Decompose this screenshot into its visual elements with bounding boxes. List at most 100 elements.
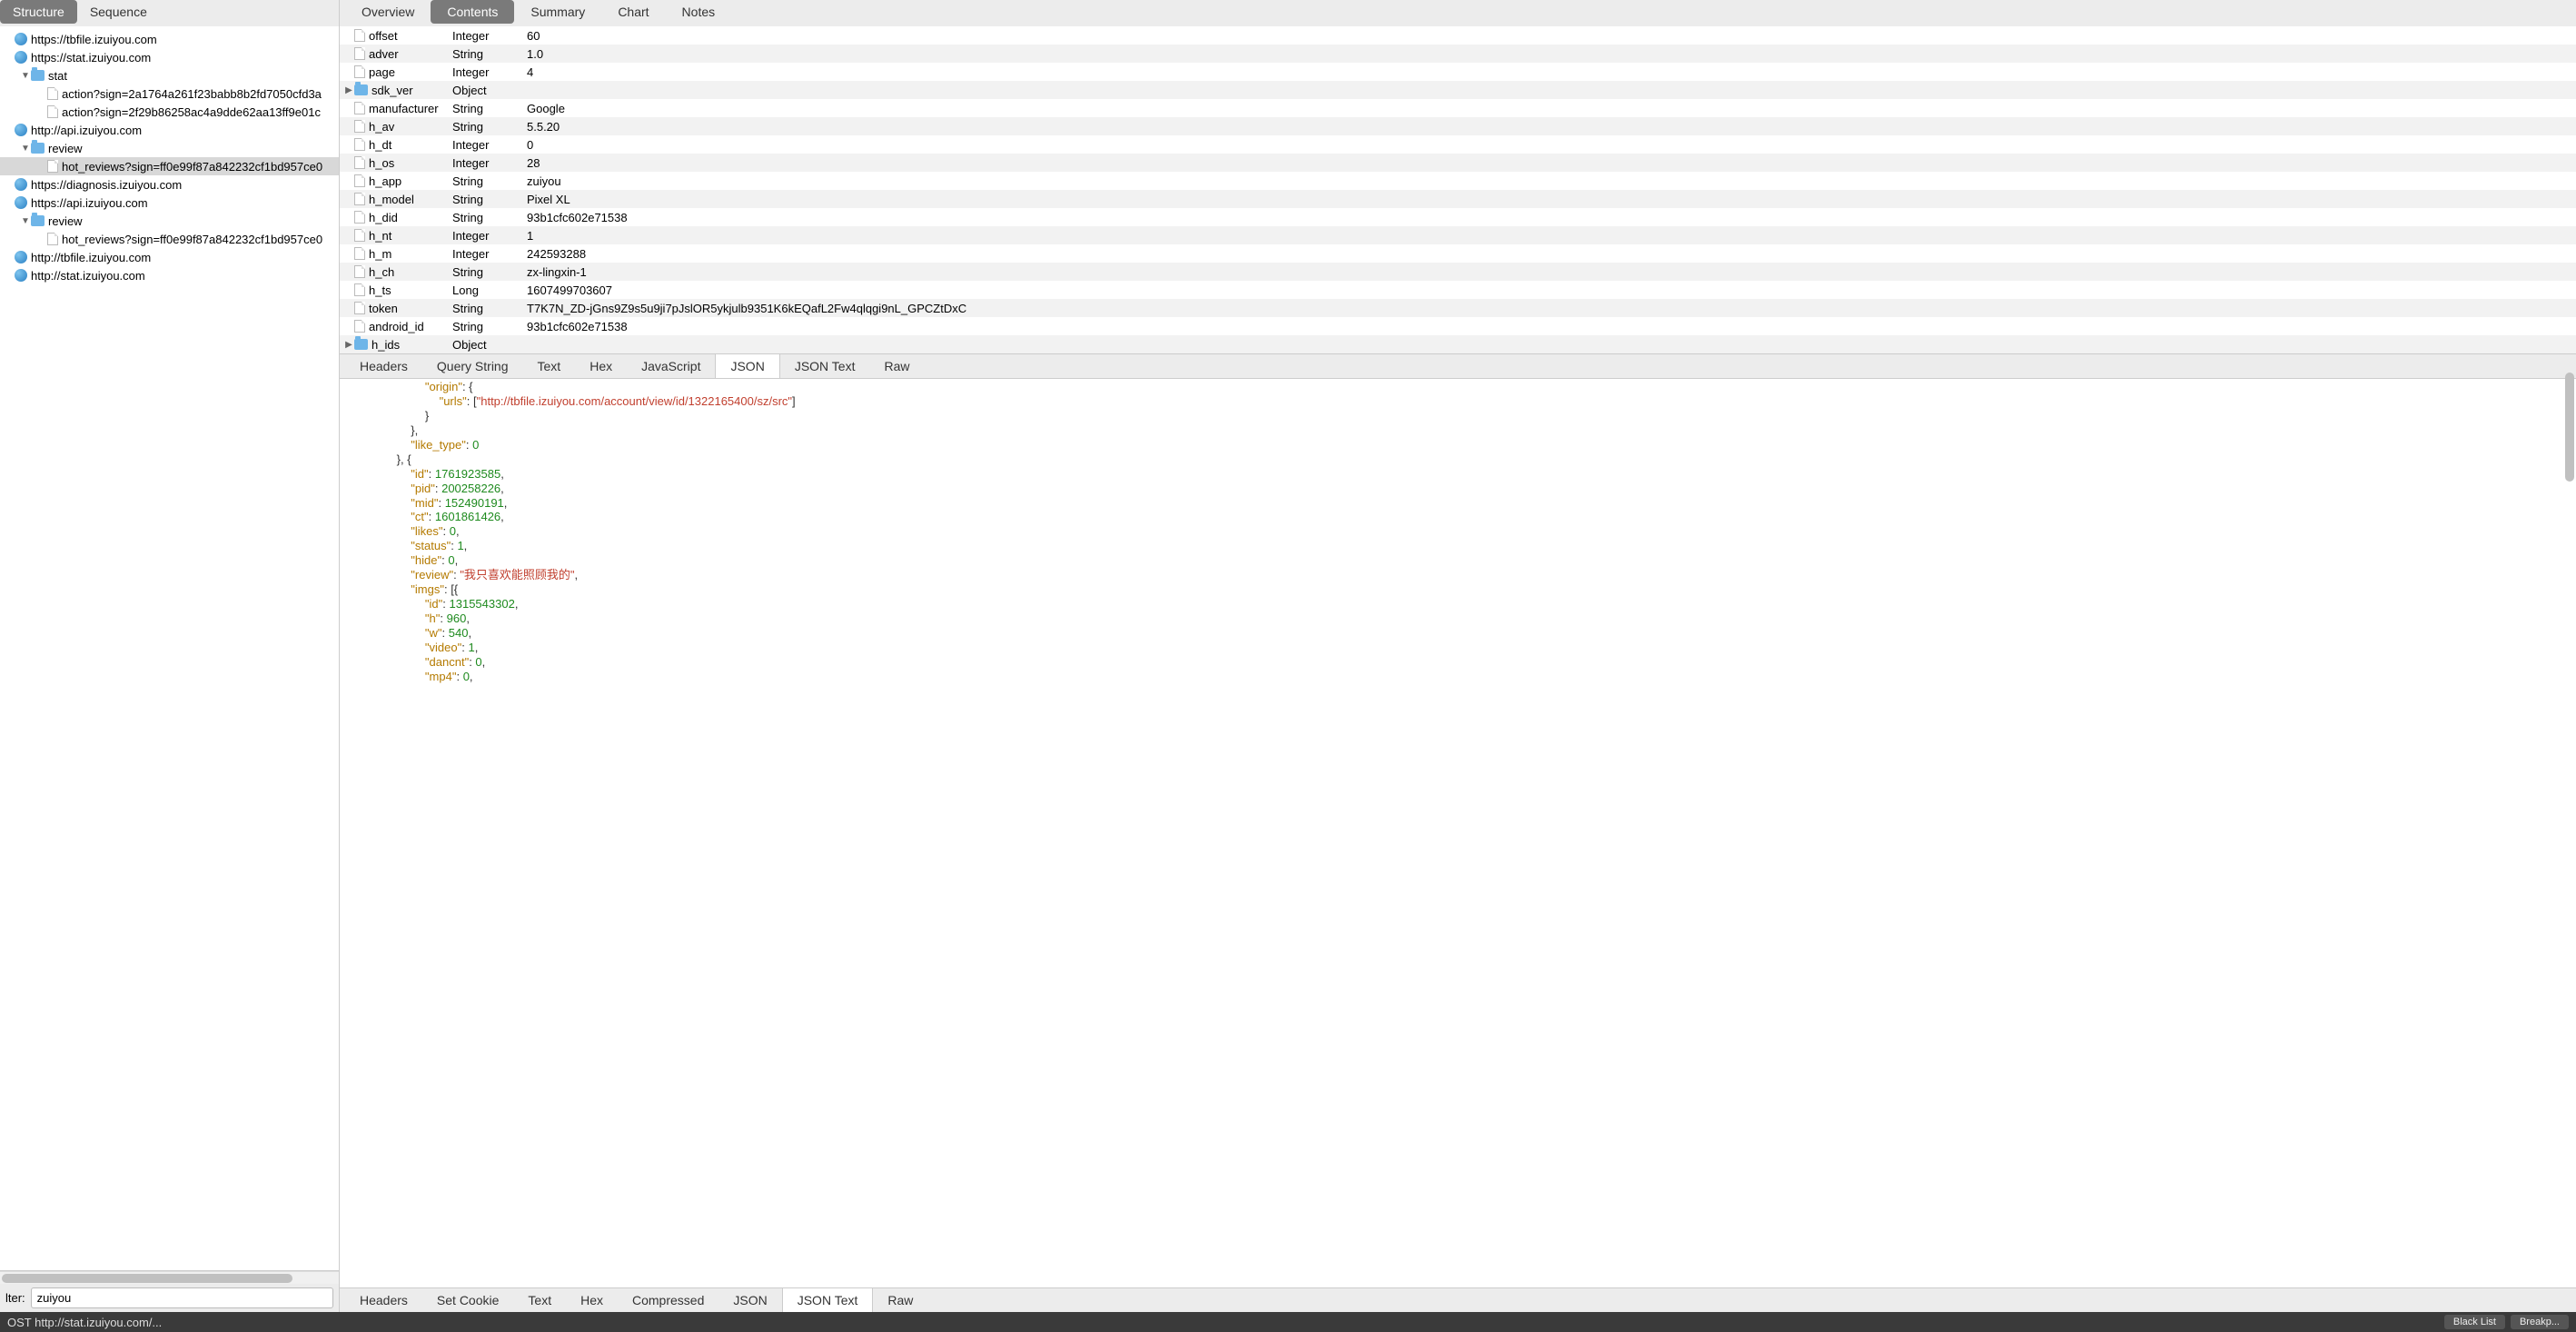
content-vscrollbar[interactable] bbox=[2565, 373, 2574, 482]
table-row[interactable]: h_chStringzx-lingxin-1 bbox=[340, 263, 2576, 281]
json-viewer[interactable]: "origin": { "urls": ["http://tbfile.izui… bbox=[340, 379, 2576, 1287]
folder-icon bbox=[31, 143, 45, 154]
content-tabs: OverviewContentsSummaryChartNotes bbox=[340, 0, 2576, 26]
table-row[interactable]: ▶sdk_verObject bbox=[340, 81, 2576, 99]
resptab-text[interactable]: Text bbox=[513, 1288, 566, 1312]
file-icon bbox=[354, 211, 365, 224]
globe-icon bbox=[15, 269, 27, 282]
tree-file[interactable]: hot_reviews?sign=ff0e99f87a842232cf1bd95… bbox=[0, 230, 339, 248]
reqtab-json-text[interactable]: JSON Text bbox=[780, 354, 870, 378]
tree-host[interactable]: http://api.izuiyou.com bbox=[0, 121, 339, 139]
table-row[interactable]: h_osInteger28 bbox=[340, 154, 2576, 172]
table-row[interactable]: h_dtInteger0 bbox=[340, 135, 2576, 154]
tree-host[interactable]: https://api.izuiyou.com bbox=[0, 194, 339, 212]
tab-chart[interactable]: Chart bbox=[601, 0, 665, 24]
table-row[interactable]: pageInteger4 bbox=[340, 63, 2576, 81]
table-row[interactable]: tokenStringT7K7N_ZD-jGns9Z9s5u9ji7pJslOR… bbox=[340, 299, 2576, 317]
resptab-hex[interactable]: Hex bbox=[566, 1288, 618, 1312]
tab-notes[interactable]: Notes bbox=[666, 0, 732, 24]
resptab-headers[interactable]: Headers bbox=[345, 1288, 422, 1312]
param-type: Object bbox=[452, 84, 525, 97]
response-view-tabs: HeadersSet CookieTextHexCompressedJSONJS… bbox=[340, 1287, 2576, 1312]
file-icon bbox=[354, 174, 365, 187]
host-tree[interactable]: https://tbfile.izuiyou.comhttps://stat.i… bbox=[0, 26, 339, 1270]
tree-folder[interactable]: ▼review bbox=[0, 139, 339, 157]
reqtab-query-string[interactable]: Query String bbox=[422, 354, 523, 378]
tab-summary[interactable]: Summary bbox=[514, 0, 601, 24]
file-icon bbox=[354, 29, 365, 42]
param-value: T7K7N_ZD-jGns9Z9s5u9ji7pJslOR5ykjulb9351… bbox=[525, 302, 2576, 315]
param-type: String bbox=[452, 193, 525, 206]
table-row[interactable]: manufacturerStringGoogle bbox=[340, 99, 2576, 117]
tree-host[interactable]: https://tbfile.izuiyou.com bbox=[0, 30, 339, 48]
file-icon bbox=[354, 120, 365, 133]
file-icon bbox=[354, 247, 365, 260]
reqtab-raw[interactable]: Raw bbox=[869, 354, 924, 378]
reqtab-text[interactable]: Text bbox=[523, 354, 576, 378]
table-row[interactable]: ▶h_idsObject bbox=[340, 335, 2576, 353]
param-name: token bbox=[369, 302, 398, 315]
disclosure-triangle-icon[interactable]: ▼ bbox=[20, 144, 31, 154]
tree-folder[interactable]: ▼review bbox=[0, 212, 339, 230]
reqtab-hex[interactable]: Hex bbox=[575, 354, 627, 378]
table-row[interactable]: h_ntInteger1 bbox=[340, 226, 2576, 244]
tab-structure[interactable]: Structure bbox=[0, 0, 77, 24]
resptab-json[interactable]: JSON bbox=[718, 1288, 781, 1312]
table-row[interactable]: h_avString5.5.20 bbox=[340, 117, 2576, 135]
param-value: zuiyou bbox=[525, 174, 2576, 188]
tree-file[interactable]: action?sign=2a1764a261f23babb8b2fd7050cf… bbox=[0, 84, 339, 103]
file-icon bbox=[354, 156, 365, 169]
tree-file[interactable]: hot_reviews?sign=ff0e99f87a842232cf1bd95… bbox=[0, 157, 339, 175]
file-icon bbox=[354, 265, 365, 278]
tree-host[interactable]: https://stat.izuiyou.com bbox=[0, 48, 339, 66]
resptab-json-text[interactable]: JSON Text bbox=[782, 1288, 874, 1312]
tree-label: https://diagnosis.izuiyou.com bbox=[31, 178, 182, 192]
table-row[interactable]: h_modelStringPixel XL bbox=[340, 190, 2576, 208]
param-name: h_model bbox=[369, 193, 414, 206]
params-table[interactable]: offsetInteger60adverString1.0pageInteger… bbox=[340, 26, 2576, 353]
resptab-set-cookie[interactable]: Set Cookie bbox=[422, 1288, 513, 1312]
disclosure-triangle-icon[interactable]: ▼ bbox=[20, 71, 31, 81]
filter-input[interactable] bbox=[31, 1287, 333, 1308]
sidebar-hscrollbar[interactable] bbox=[0, 1271, 339, 1284]
param-value: 242593288 bbox=[525, 247, 2576, 261]
tab-contents[interactable]: Contents bbox=[431, 0, 514, 24]
table-row[interactable]: h_didString93b1cfc602e71538 bbox=[340, 208, 2576, 226]
table-row[interactable]: adverString1.0 bbox=[340, 45, 2576, 63]
table-row[interactable]: offsetInteger60 bbox=[340, 26, 2576, 45]
resptab-raw[interactable]: Raw bbox=[873, 1288, 927, 1312]
param-type: String bbox=[452, 174, 525, 188]
tab-sequence[interactable]: Sequence bbox=[77, 0, 160, 24]
param-type: Integer bbox=[452, 247, 525, 261]
param-value: 0 bbox=[525, 138, 2576, 152]
param-type: Integer bbox=[452, 156, 525, 170]
disclosure-triangle-icon[interactable]: ▼ bbox=[20, 216, 31, 226]
tree-label: action?sign=2a1764a261f23babb8b2fd7050cf… bbox=[62, 87, 322, 101]
resptab-compressed[interactable]: Compressed bbox=[618, 1288, 718, 1312]
reqtab-headers[interactable]: Headers bbox=[345, 354, 422, 378]
param-value: 60 bbox=[525, 29, 2576, 43]
reqtab-javascript[interactable]: JavaScript bbox=[627, 354, 715, 378]
tree-host[interactable]: http://tbfile.izuiyou.com bbox=[0, 248, 339, 266]
table-row[interactable]: h_appStringzuiyou bbox=[340, 172, 2576, 190]
tree-host[interactable]: http://stat.izuiyou.com bbox=[0, 266, 339, 284]
table-row[interactable]: h_tsLong1607499703607 bbox=[340, 281, 2576, 299]
param-type: String bbox=[452, 102, 525, 115]
disclosure-triangle-icon[interactable]: ▶ bbox=[343, 85, 354, 95]
tree-host[interactable]: https://diagnosis.izuiyou.com bbox=[0, 175, 339, 194]
tree-folder[interactable]: ▼stat bbox=[0, 66, 339, 84]
status-bar: OST http://stat.izuiyou.com/... Black Li… bbox=[0, 1312, 2576, 1332]
table-row[interactable]: android_idString93b1cfc602e71538 bbox=[340, 317, 2576, 335]
reqtab-json[interactable]: JSON bbox=[715, 354, 779, 378]
tree-file[interactable]: action?sign=2f29b86258ac4a9dde62aa13ff9e… bbox=[0, 103, 339, 121]
disclosure-triangle-icon[interactable]: ▶ bbox=[343, 340, 354, 350]
globe-icon bbox=[15, 178, 27, 191]
table-row[interactable]: h_mInteger242593288 bbox=[340, 244, 2576, 263]
param-value: 1.0 bbox=[525, 47, 2576, 61]
blacklist-button[interactable]: Black List bbox=[2444, 1315, 2505, 1329]
folder-icon bbox=[31, 215, 45, 226]
tab-overview[interactable]: Overview bbox=[345, 0, 431, 24]
param-value: 93b1cfc602e71538 bbox=[525, 211, 2576, 224]
param-value: 28 bbox=[525, 156, 2576, 170]
breakpoints-button[interactable]: Breakp... bbox=[2511, 1315, 2569, 1329]
